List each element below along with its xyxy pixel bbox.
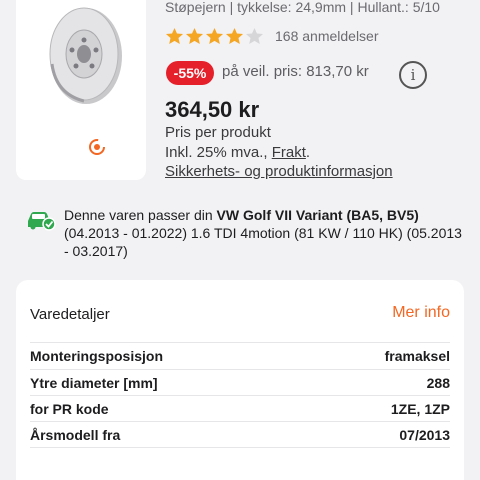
details-row-label: for PR kode xyxy=(30,400,109,417)
discount-badge: -55% xyxy=(166,61,214,85)
fitment-vehicle: VW Golf VII Variant (BA5, BV5) xyxy=(216,207,419,223)
product-details-card: Varedetaljer Mer info Monteringsposisjon… xyxy=(16,280,464,480)
vat-text: Inkl. 25% mva., xyxy=(165,144,272,161)
details-row: for PR kode 1ZE, 1ZP xyxy=(30,396,450,422)
details-row-value: 07/2013 xyxy=(399,426,450,443)
vat-suffix: . xyxy=(305,144,311,161)
details-title: Varedetaljer xyxy=(30,306,110,323)
safety-info-link[interactable]: Sikkerhets- og produktinformasjon xyxy=(165,163,393,180)
rotate-360-icon[interactable] xyxy=(88,138,106,156)
details-table: Monteringsposisjon framaksel Ytre diamet… xyxy=(30,340,450,448)
fitment-info: Denne varen passer din VW Golf VII Varia… xyxy=(64,206,464,260)
more-info-link[interactable]: Mer info xyxy=(392,304,450,322)
star-icon xyxy=(245,27,264,45)
price-per-unit: Pris per produkt xyxy=(165,124,271,141)
rating[interactable]: 168 anmeldelser xyxy=(165,27,379,45)
details-row-value: framaksel xyxy=(384,348,450,364)
fitment-prefix: Denne varen passer din xyxy=(64,207,217,223)
vat-info: Inkl. 25% mva., Frakt. xyxy=(165,144,310,161)
car-check-icon xyxy=(28,212,56,231)
product-image-card[interactable] xyxy=(16,0,146,180)
details-row: Årsmodell fra 07/2013 xyxy=(30,422,450,448)
star-icon xyxy=(185,27,204,45)
details-row-value: 1ZE, 1ZP xyxy=(390,400,450,417)
brake-disc-image xyxy=(49,7,122,104)
details-row-label: Monteringsposisjon xyxy=(30,348,163,364)
details-row: Monteringsposisjon framaksel xyxy=(30,342,450,370)
rating-stars xyxy=(165,27,265,45)
details-row-label: Ytre diameter [mm] xyxy=(30,374,158,391)
info-icon[interactable]: i xyxy=(399,61,427,89)
details-row-label: Årsmodell fra xyxy=(30,426,121,443)
product-specs: Støpejern | tykkelse: 24,9mm | Hullant.:… xyxy=(165,0,440,15)
star-icon xyxy=(225,27,244,45)
star-icon xyxy=(165,27,184,45)
review-count[interactable]: 168 anmeldelser xyxy=(275,28,379,44)
fitment-detail: (04.2013 - 01.2022) 1.6 TDI 4motion (81 … xyxy=(64,225,462,259)
star-icon xyxy=(205,27,224,45)
original-price: på veil. pris: 813,70 kr xyxy=(222,63,369,80)
details-row-value: 288 xyxy=(426,374,450,391)
details-row: Ytre diameter [mm] 288 xyxy=(30,370,450,396)
freight-link[interactable]: Frakt xyxy=(272,144,306,161)
price: 364,50 kr xyxy=(165,97,260,122)
